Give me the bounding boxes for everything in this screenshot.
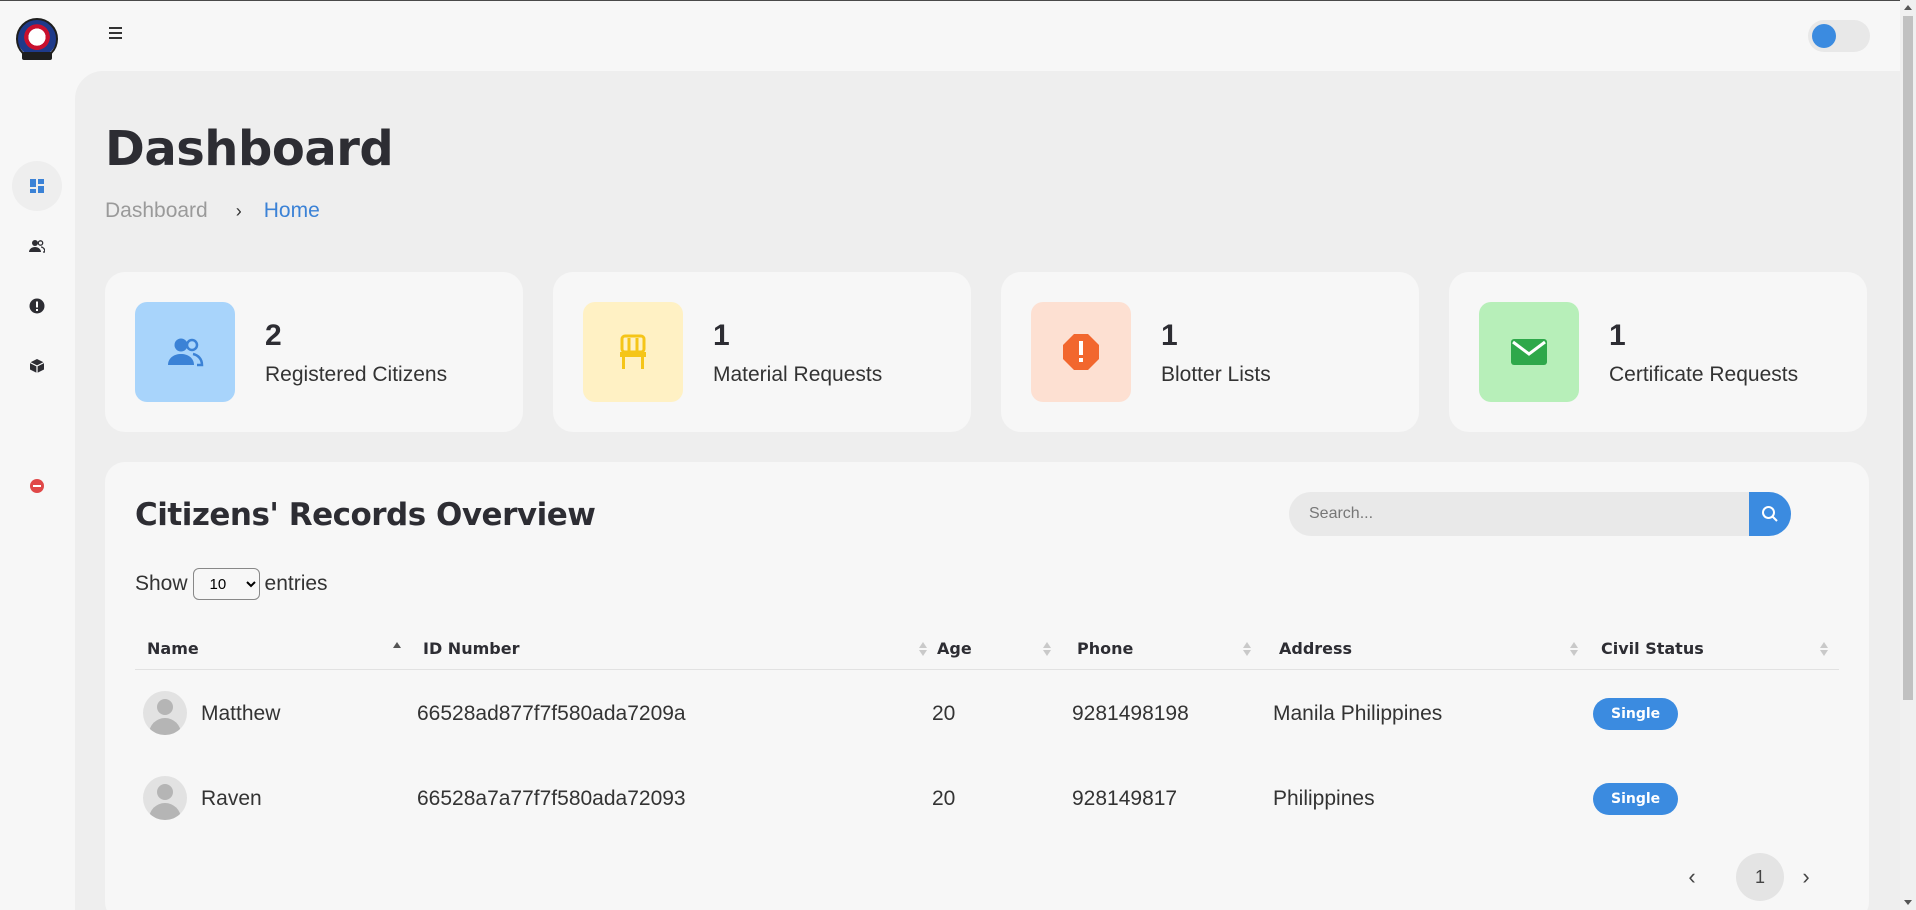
column-label: Phone <box>1077 639 1134 658</box>
column-header-id[interactable]: ID Number <box>423 627 933 670</box>
users-icon <box>29 240 45 253</box>
avatar <box>143 691 187 735</box>
search-button[interactable] <box>1749 492 1791 536</box>
pagination-prev-button[interactable]: ‹ <box>1677 862 1707 892</box>
records-title: Citizens' Records Overview <box>135 497 596 533</box>
stat-label: Certificate Requests <box>1609 363 1799 386</box>
sidebar-item-materials[interactable] <box>12 341 62 391</box>
box-icon <box>29 359 45 373</box>
chevron-right-icon: › <box>235 200 242 221</box>
column-header-age[interactable]: Age <box>937 627 1077 670</box>
sort-icon <box>1569 642 1579 656</box>
cell-address: Philippines <box>1273 786 1375 810</box>
mail-icon <box>1511 339 1547 365</box>
column-header-phone[interactable]: Phone <box>1077 627 1277 670</box>
theme-toggle[interactable] <box>1808 20 1870 52</box>
logout-icon <box>30 479 44 493</box>
cell-age: 20 <box>932 786 956 810</box>
entries-select[interactable]: 10 25 50 100 <box>192 568 260 600</box>
column-label: Name <box>147 639 199 658</box>
cell-name: Matthew <box>201 701 281 725</box>
toggle-knob <box>1812 24 1836 48</box>
sidebar-item-logout[interactable] <box>12 461 62 511</box>
cell-status: Single <box>1593 756 1679 841</box>
column-header-name[interactable]: Name <box>147 627 407 670</box>
column-label: ID Number <box>423 639 520 658</box>
search-bar <box>1289 492 1791 536</box>
stat-card-blotter[interactable]: 1 Blotter Lists <box>1001 272 1419 432</box>
stat-label: Material Requests <box>713 363 883 386</box>
sidebar-item-blotter[interactable] <box>12 281 62 331</box>
scroll-down-icon[interactable] <box>1904 900 1912 905</box>
stat-value: 1 <box>713 319 730 352</box>
table-row[interactable]: Matthew 66528ad877f7f580ada7209a 20 9281… <box>135 671 1839 756</box>
vertical-scrollbar[interactable] <box>1900 0 1916 910</box>
sort-icon <box>1242 642 1252 656</box>
pagination-next-button[interactable]: › <box>1791 862 1821 892</box>
sidebar <box>0 1 75 910</box>
stat-label: Blotter Lists <box>1161 363 1271 386</box>
column-label: Civil Status <box>1601 639 1704 658</box>
cell-id: 66528ad877f7f580ada7209a <box>417 701 686 725</box>
cell-phone: 9281498198 <box>1072 701 1189 725</box>
breadcrumb-home[interactable]: Home <box>264 199 320 223</box>
column-header-address[interactable]: Address <box>1279 627 1599 670</box>
cell-phone: 928149817 <box>1072 786 1178 810</box>
stat-icon-box <box>135 302 235 402</box>
sort-icon <box>1042 642 1052 656</box>
search-input[interactable] <box>1289 492 1749 536</box>
cell-name: Raven <box>201 786 262 810</box>
table-row[interactable]: Raven 66528a7a77f7f580ada72093 20 928149… <box>135 756 1839 841</box>
stat-card-materials[interactable]: 1 Material Requests <box>553 272 971 432</box>
stat-value: 1 <box>1161 319 1178 352</box>
status-badge: Single <box>1593 782 1679 815</box>
stat-label: Registered Citizens <box>265 363 448 386</box>
table-header: Name ID Number Age Phone Address Civil S… <box>135 627 1839 670</box>
page-title: Dashboard <box>105 121 394 177</box>
column-label: Age <box>937 639 972 658</box>
breadcrumb: Dashboard › Home <box>105 199 320 223</box>
cell-address: Manila Philippines <box>1273 701 1443 725</box>
stat-card-certificates[interactable]: 1 Certificate Requests <box>1449 272 1867 432</box>
search-icon <box>1762 506 1778 522</box>
avatar <box>143 776 187 820</box>
scrollbar-thumb[interactable] <box>1903 16 1913 700</box>
column-header-civil-status[interactable]: Civil Status <box>1601 627 1831 670</box>
menu-toggle-button[interactable] <box>105 24 125 44</box>
chair-icon <box>620 334 646 369</box>
entries-label: entries <box>264 572 328 595</box>
records-panel: Citizens' Records Overview Show 10 25 50… <box>105 462 1869 910</box>
status-badge: Single <box>1593 697 1679 730</box>
sort-icon <box>1819 642 1829 656</box>
stat-icon-box <box>1479 302 1579 402</box>
show-label: Show <box>135 572 188 595</box>
stat-card-citizens[interactable]: 2 Registered Citizens <box>105 272 523 432</box>
window-top-border <box>0 0 1916 1</box>
stat-icon-box <box>583 302 683 402</box>
sort-asc-icon <box>392 642 402 656</box>
cell-status: Single <box>1593 671 1679 756</box>
pagination-page-button[interactable]: 1 <box>1736 853 1784 901</box>
stat-value: 2 <box>265 319 282 352</box>
alert-icon <box>29 298 45 314</box>
stat-icon-box <box>1031 302 1131 402</box>
breadcrumb-dashboard[interactable]: Dashboard <box>105 199 208 223</box>
column-label: Address <box>1279 639 1353 658</box>
sidebar-item-citizens[interactable] <box>12 221 62 271</box>
cell-id: 66528a7a77f7f580ada72093 <box>417 786 686 810</box>
users-icon <box>168 338 204 367</box>
sidebar-item-dashboard[interactable] <box>12 161 62 211</box>
sort-icon <box>918 642 928 656</box>
entries-control: Show 10 25 50 100 entries <box>135 568 328 600</box>
seal-logo[interactable] <box>16 18 58 60</box>
cell-age: 20 <box>932 701 956 725</box>
stat-value: 1 <box>1609 319 1626 352</box>
alert-octagon-icon <box>1063 334 1099 370</box>
main-content: Dashboard Dashboard › Home 2 Registered … <box>75 71 1900 910</box>
dashboard-icon <box>30 179 44 193</box>
scroll-up-icon[interactable] <box>1904 5 1912 10</box>
